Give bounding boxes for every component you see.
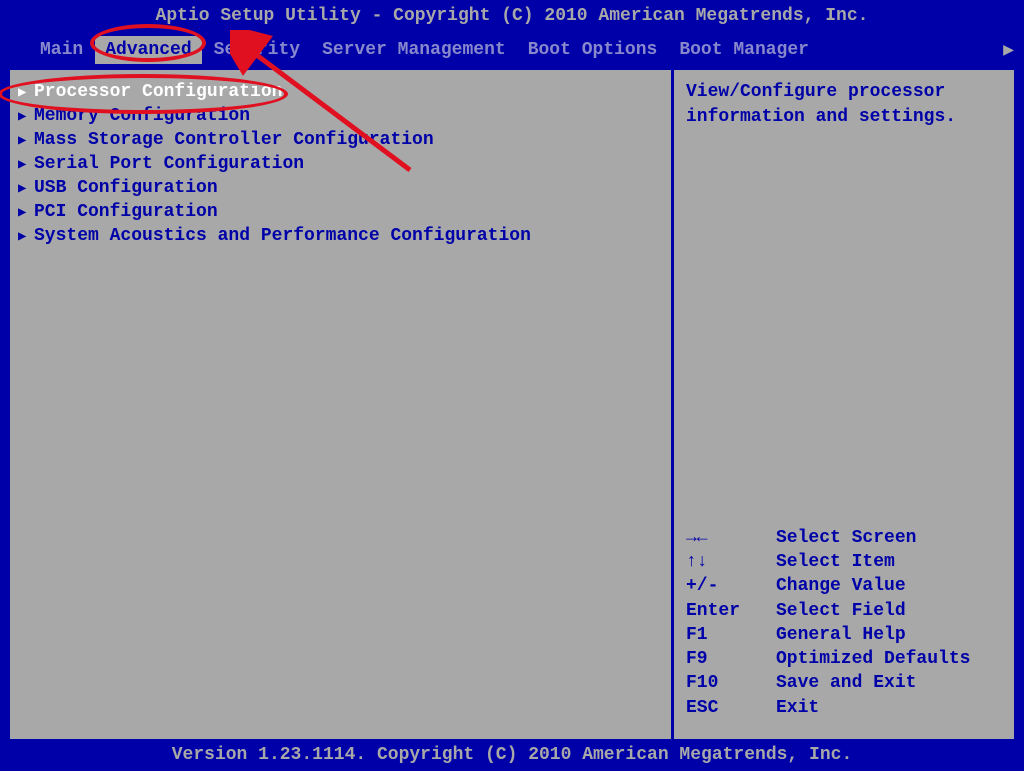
tab-server-management[interactable]: Server Management	[312, 36, 516, 64]
key-label: F9	[686, 647, 776, 671]
main-panel: ▶ Processor Configuration ▶ Memory Confi…	[10, 70, 674, 750]
key-hint-select-screen: →← Select Screen	[686, 526, 1002, 550]
key-action: Save and Exit	[776, 671, 916, 695]
key-hint-select-item: ↑↓ Select Item	[686, 550, 1002, 574]
menu-item-pci-config[interactable]: ▶ PCI Configuration	[18, 200, 663, 224]
menu-item-usb-config[interactable]: ▶ USB Configuration	[18, 176, 663, 200]
help-text: View/Configure processor information and…	[686, 80, 1002, 130]
tab-main[interactable]: Main	[30, 36, 93, 64]
menu-item-serial-port-config[interactable]: ▶ Serial Port Configuration	[18, 152, 663, 176]
key-hint-change-value: +/- Change Value	[686, 574, 1002, 598]
menu-label: Mass Storage Controller Configuration	[34, 130, 434, 150]
key-hints: →← Select Screen ↑↓ Select Item +/- Chan…	[686, 526, 1002, 720]
key-label: →←	[686, 526, 776, 550]
menu-item-memory-config[interactable]: ▶ Memory Configuration	[18, 104, 663, 128]
menu-item-acoustics-perf-config[interactable]: ▶ System Acoustics and Performance Confi…	[18, 224, 663, 248]
submenu-arrow-icon: ▶	[18, 180, 34, 197]
menu-label: Serial Port Configuration	[34, 154, 304, 174]
key-hint-save-exit: F10 Save and Exit	[686, 671, 1002, 695]
key-label: Enter	[686, 599, 776, 623]
key-action: Select Screen	[776, 526, 916, 550]
key-label: ESC	[686, 696, 776, 720]
submenu-arrow-icon: ▶	[18, 228, 34, 245]
key-label: +/-	[686, 574, 776, 598]
key-action: Optimized Defaults	[776, 647, 970, 671]
side-panel: View/Configure processor information and…	[674, 70, 1014, 750]
menu-label: USB Configuration	[34, 178, 218, 198]
key-action: Change Value	[776, 574, 906, 598]
key-label: ↑↓	[686, 550, 776, 574]
tab-security[interactable]: Security	[204, 36, 310, 64]
menu-item-processor-config[interactable]: ▶ Processor Configuration	[18, 80, 663, 104]
tab-advanced[interactable]: Advanced	[95, 36, 201, 64]
footer-version: Version 1.23.1114. Copyright (C) 2010 Am…	[0, 739, 1024, 771]
key-label: F10	[686, 671, 776, 695]
key-action: Select Item	[776, 550, 895, 574]
submenu-arrow-icon: ▶	[18, 204, 34, 221]
submenu-arrow-icon: ▶	[18, 84, 34, 101]
tab-bar: Main Advanced Security Server Management…	[0, 32, 1024, 70]
key-hint-exit: ESC Exit	[686, 696, 1002, 720]
menu-item-mass-storage-config[interactable]: ▶ Mass Storage Controller Configuration	[18, 128, 663, 152]
key-label: F1	[686, 623, 776, 647]
next-tab-arrow-icon[interactable]: ▶	[1003, 39, 1014, 61]
key-action: Select Field	[776, 599, 906, 623]
key-action: General Help	[776, 623, 906, 647]
header-title: Aptio Setup Utility - Copyright (C) 2010…	[0, 0, 1024, 32]
key-hint-general-help: F1 General Help	[686, 623, 1002, 647]
submenu-arrow-icon: ▶	[18, 132, 34, 149]
key-hint-optimized-defaults: F9 Optimized Defaults	[686, 647, 1002, 671]
menu-label: System Acoustics and Performance Configu…	[34, 226, 531, 246]
submenu-arrow-icon: ▶	[18, 156, 34, 173]
menu-label: PCI Configuration	[34, 202, 218, 222]
menu-label: Memory Configuration	[34, 106, 250, 126]
content-area: ▶ Processor Configuration ▶ Memory Confi…	[8, 70, 1016, 750]
key-hint-select-field: Enter Select Field	[686, 599, 1002, 623]
tab-boot-options[interactable]: Boot Options	[518, 36, 668, 64]
tab-boot-manager[interactable]: Boot Manager	[669, 36, 819, 64]
key-action: Exit	[776, 696, 819, 720]
submenu-arrow-icon: ▶	[18, 108, 34, 125]
menu-label: Processor Configuration	[34, 82, 282, 102]
